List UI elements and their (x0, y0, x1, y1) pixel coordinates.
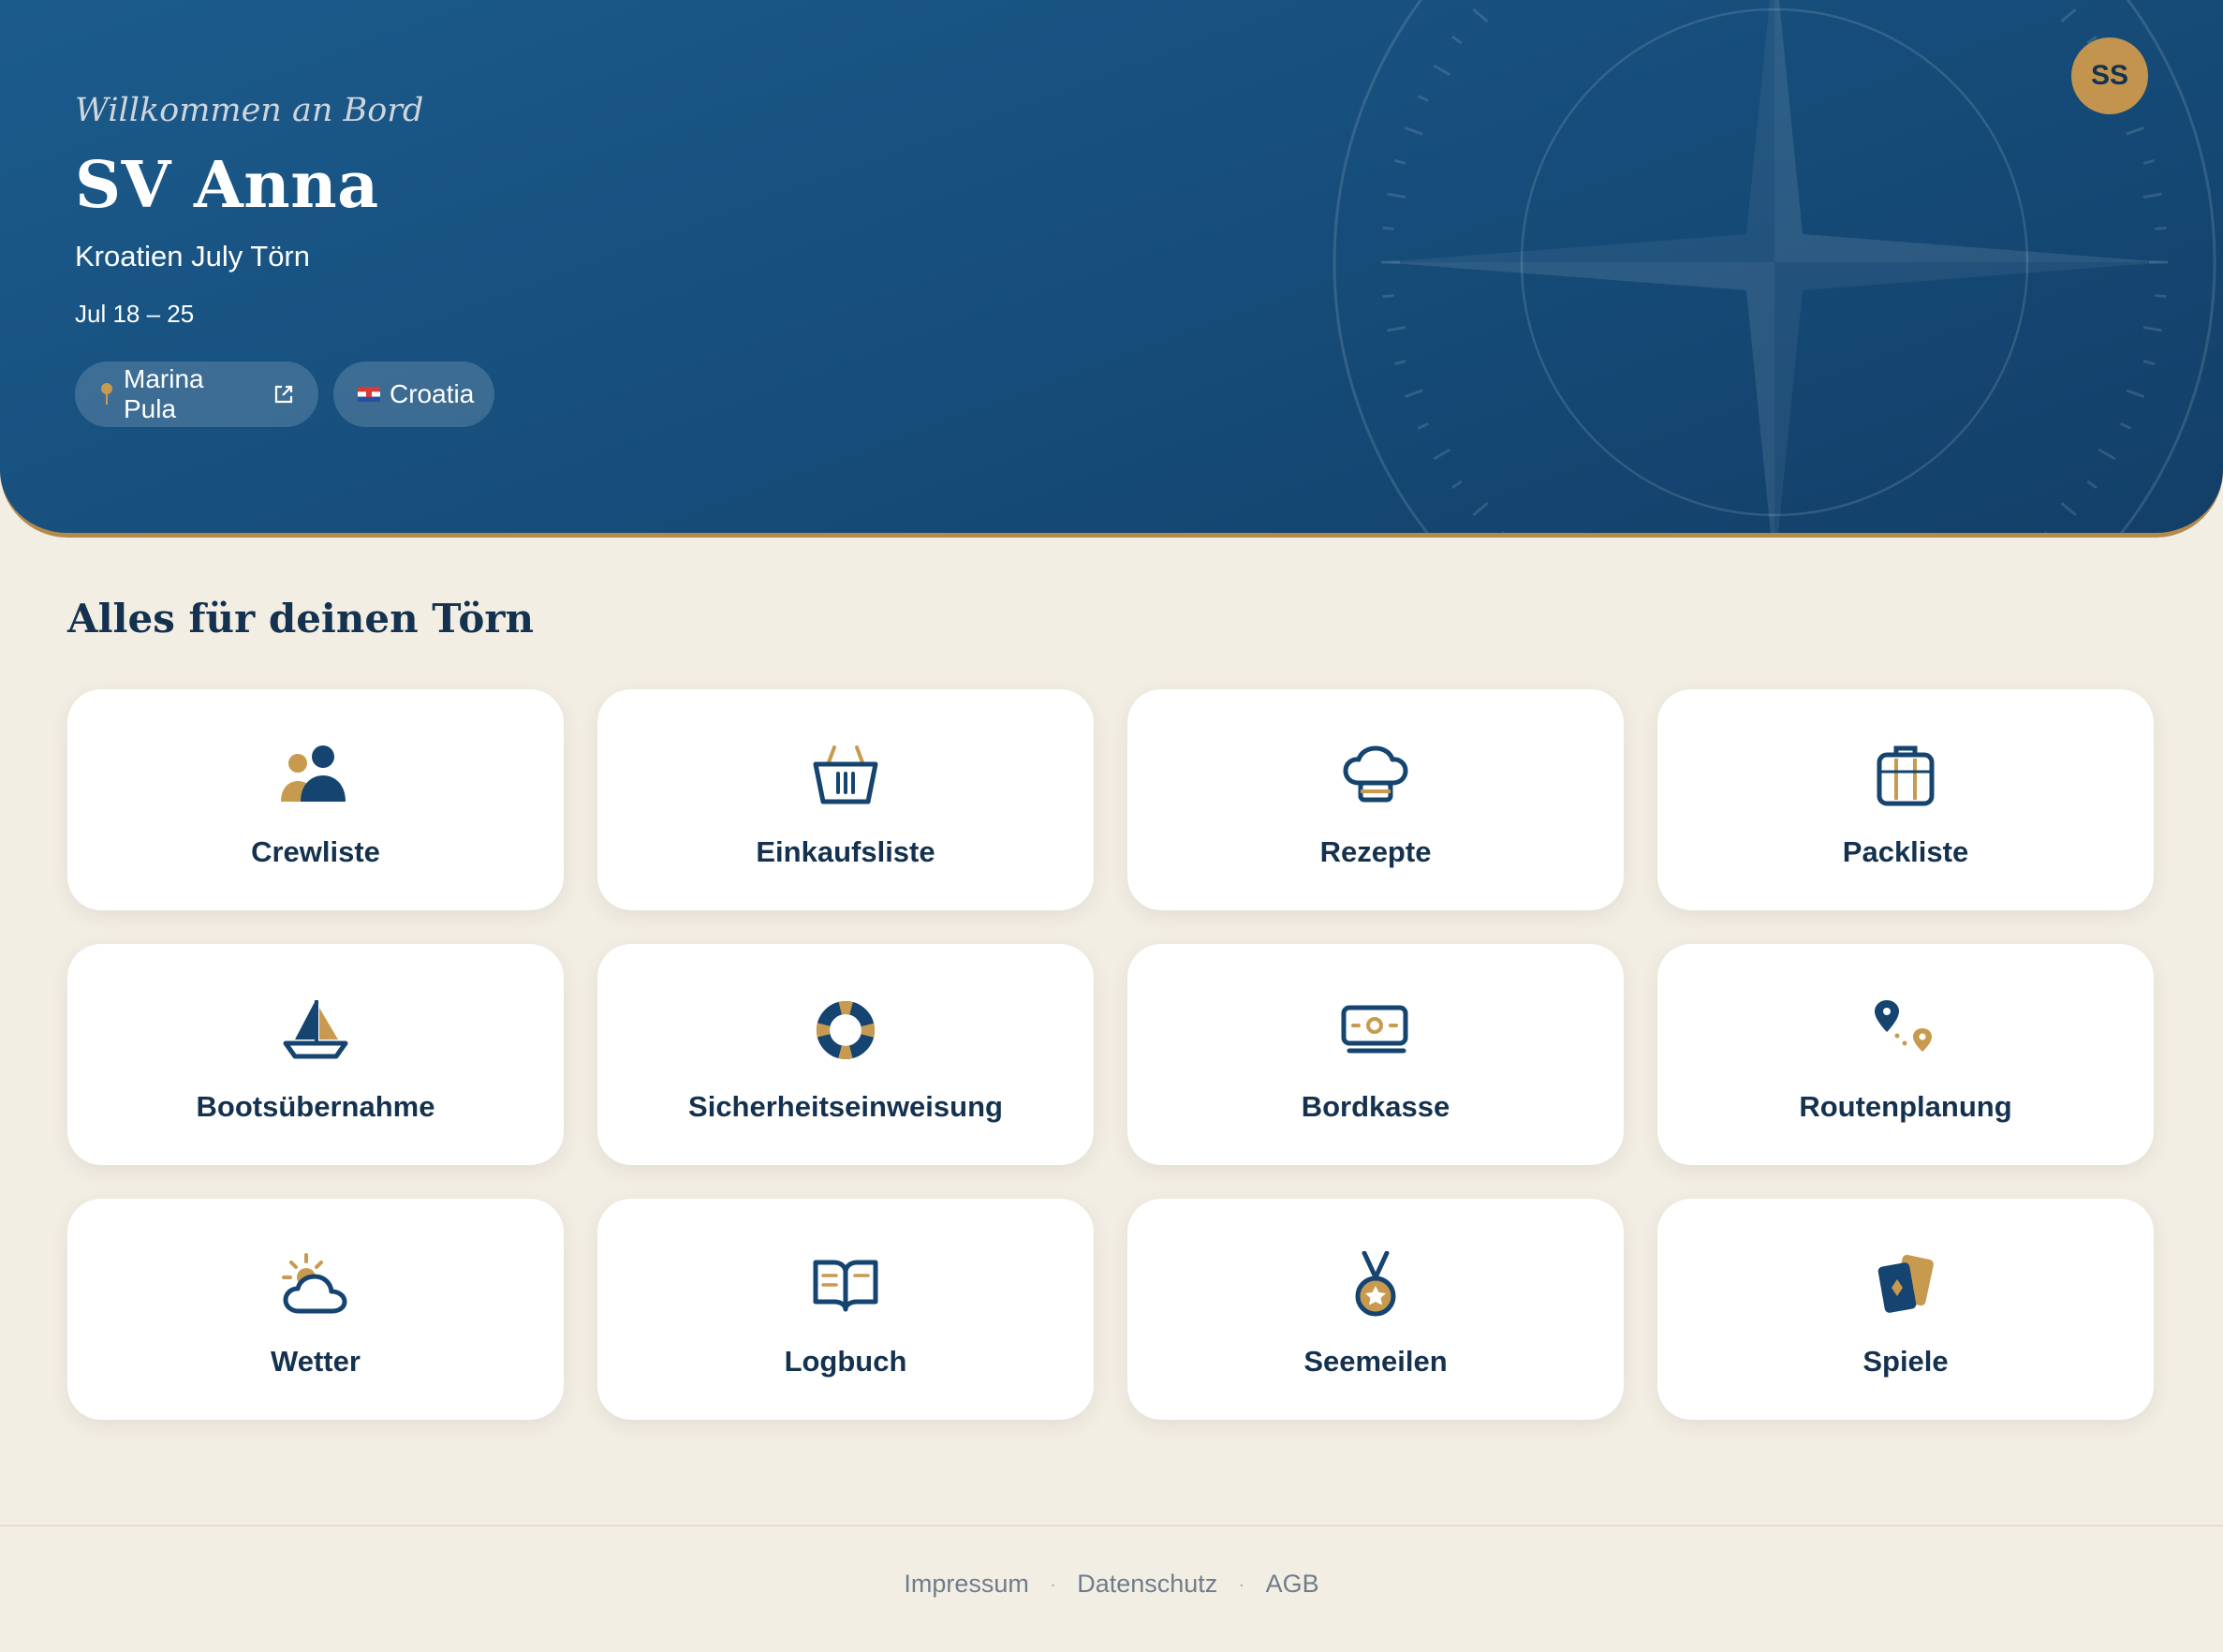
country-chip[interactable]: Croatia (333, 361, 494, 427)
tile-label: Bordkasse (1301, 1090, 1450, 1123)
compass-tick (2155, 226, 2167, 230)
welcome-text: Willkommen an Bord (75, 92, 424, 129)
tile-crewliste[interactable]: Crewliste (67, 689, 564, 910)
tile-wetter[interactable]: Wetter (67, 1199, 564, 1420)
tile-label: Rezepte (1319, 835, 1432, 868)
crew-icon (278, 738, 353, 813)
lifebuoy-icon (816, 993, 876, 1068)
compass-tick (2142, 325, 2162, 332)
compass-tick (1472, 501, 1489, 517)
medal-icon (1351, 1247, 1400, 1322)
compass-tick (1417, 422, 1429, 430)
tile-logbuch[interactable]: Logbuch (597, 1199, 1094, 1420)
tile-label: Logbuch (784, 1345, 907, 1378)
compass-tick (1501, 531, 1506, 533)
footer-separator: · (1049, 1571, 1057, 1596)
book-icon (812, 1247, 879, 1322)
compass-tick (1417, 95, 1429, 102)
footer-separator: · (1238, 1571, 1245, 1596)
compass-tick (1387, 192, 1406, 199)
compass-tick (1382, 226, 1394, 230)
tile-rezepte[interactable]: Rezepte (1127, 689, 1624, 910)
compass-tick (2043, 531, 2048, 533)
tile-label: Packliste (1842, 835, 1969, 868)
boat-name: SV Anna (75, 148, 379, 223)
weather-icon (280, 1247, 351, 1322)
compass-tick (2142, 360, 2156, 366)
chef-hat-icon (1342, 738, 1409, 813)
compass-tick (1382, 294, 1394, 299)
footer: Impressum · Datenschutz · AGB (0, 1570, 2223, 1599)
tile-label: Wetter (271, 1345, 361, 1378)
tile-label: Spiele (1862, 1345, 1949, 1378)
footer-link-agb[interactable]: AGB (1266, 1570, 1319, 1599)
cash-icon (1340, 993, 1411, 1068)
footer-link-impressum[interactable]: Impressum (904, 1570, 1029, 1599)
feature-grid: Crewliste Einkaufsliste Rezepte Packlist… (67, 689, 2156, 1420)
route-icon (1872, 993, 1939, 1068)
tile-label: Einkaufsliste (756, 835, 935, 868)
compass-tick (2086, 479, 2098, 490)
compass-tick (2126, 125, 2145, 136)
suitcase-icon (1876, 738, 1936, 813)
compass-tick (1393, 158, 1406, 165)
hero-header: Willkommen an Bord SV Anna Kroatien July… (0, 0, 2223, 538)
compass-tick (2120, 422, 2132, 430)
tile-routenplanung[interactable]: Routenplanung (1657, 944, 2154, 1165)
compass-tick (1451, 35, 1463, 45)
tile-packliste[interactable]: Packliste (1657, 689, 2154, 910)
country-label: Croatia (390, 379, 475, 408)
tile-bootsuebernahme[interactable]: Bootsübernahme (67, 944, 564, 1165)
tile-bordkasse[interactable]: Bordkasse (1127, 944, 1624, 1165)
marina-link-chip[interactable]: Marina Pula (75, 361, 318, 427)
cards-icon (1874, 1247, 1937, 1322)
croatia-flag-icon (358, 387, 380, 402)
footer-link-datenschutz[interactable]: Datenschutz (1077, 1570, 1217, 1599)
compass-tick (1393, 360, 1406, 366)
compass-tick (1404, 125, 1423, 136)
compass-tick (2098, 448, 2116, 461)
compass-tick (2060, 7, 2077, 23)
compass-tick (2155, 294, 2167, 299)
compass-tick (2142, 158, 2156, 165)
tile-label: Seemeilen (1303, 1345, 1448, 1378)
tile-spiele[interactable]: Spiele (1657, 1199, 2154, 1420)
compass-tick (1404, 389, 1423, 399)
footer-divider (0, 1525, 2223, 1527)
trip-name: Kroatien July Törn (75, 240, 310, 273)
map-pin-icon (99, 382, 114, 406)
trip-dates: Jul 18 – 25 (75, 300, 195, 328)
basket-icon (812, 738, 879, 813)
user-avatar[interactable]: SS (2071, 37, 2148, 114)
sailboat-icon (282, 993, 349, 1068)
tile-sicherheitseinweisung[interactable]: Sicherheitseinweisung (597, 944, 1094, 1165)
compass-tick (2126, 389, 2145, 399)
tile-seemeilen[interactable]: Seemeilen (1127, 1199, 1624, 1420)
section-title: Alles für deinen Törn (67, 596, 535, 642)
compass-tick (1387, 325, 1406, 332)
compass-tick (1433, 448, 1451, 461)
compass-tick (1451, 479, 1463, 490)
tile-label: Sicherheitseinweisung (688, 1090, 1003, 1123)
external-link-icon (273, 384, 294, 405)
compass-tick (1472, 7, 1489, 23)
compass-tick (2142, 192, 2162, 199)
compass-tick (1433, 64, 1451, 77)
marina-label: Marina Pula (124, 364, 204, 423)
compass-tick (2060, 501, 2077, 517)
tile-label: Bootsübernahme (196, 1090, 435, 1123)
tile-label: Routenplanung (1799, 1090, 2012, 1123)
tile-einkaufsliste[interactable]: Einkaufsliste (597, 689, 1094, 910)
tile-label: Crewliste (251, 835, 380, 868)
